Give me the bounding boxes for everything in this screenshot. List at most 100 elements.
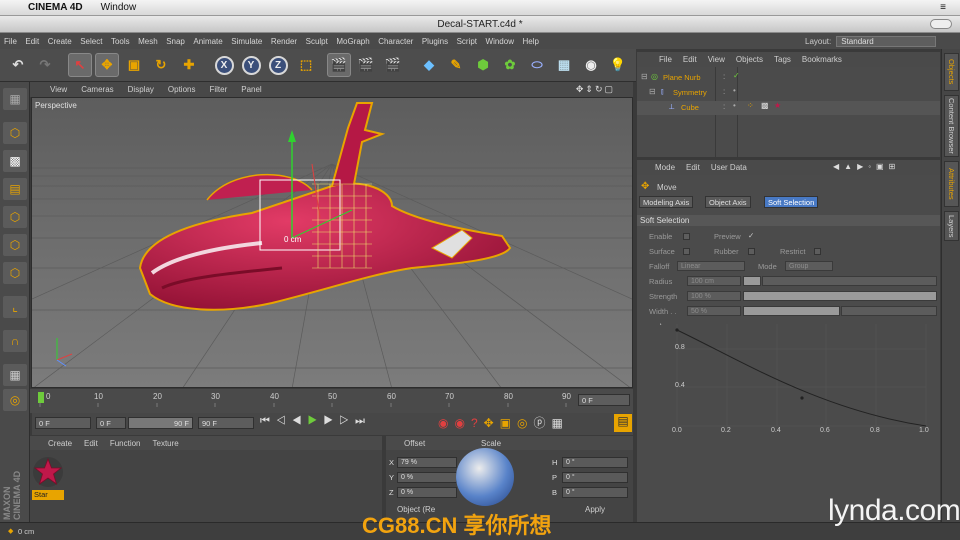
menu-tools[interactable]: Tools bbox=[111, 37, 130, 46]
move-tool-icon[interactable]: ✥ bbox=[95, 53, 119, 77]
range-end-field[interactable]: 90 F bbox=[128, 417, 193, 429]
object-name[interactable]: Plane Nurb bbox=[663, 73, 701, 82]
object-row-plane-nurb[interactable]: ⊟ ◎ Plane Nurb : ✓ bbox=[637, 71, 940, 85]
menu-mograph[interactable]: MoGraph bbox=[336, 37, 369, 46]
cube-primitive-icon[interactable]: ◆ bbox=[417, 53, 441, 77]
app-menu[interactable]: CINEMA 4D bbox=[28, 2, 83, 13]
width-field[interactable]: 50 % bbox=[687, 306, 741, 316]
objects-menu-edit[interactable]: Edit bbox=[683, 55, 697, 64]
viewport-menu-filter[interactable]: Filter bbox=[209, 85, 227, 94]
menu-plugins[interactable]: Plugins bbox=[422, 37, 448, 46]
attributes-menu-mode[interactable]: Mode bbox=[655, 163, 675, 172]
tab-attributes[interactable]: Attributes bbox=[944, 161, 959, 207]
render-view-icon[interactable]: 🎬 bbox=[327, 53, 351, 77]
material-menu-edit[interactable]: Edit bbox=[84, 439, 98, 448]
workplane-lock-icon[interactable]: ▦ bbox=[3, 364, 27, 386]
scene-floor-icon[interactable]: ▦ bbox=[552, 53, 576, 77]
attribute-nav-icons[interactable]: ◀▲▶◦▣⊞ bbox=[833, 162, 900, 171]
enabled-check-icon[interactable]: ✓ bbox=[733, 71, 740, 80]
object-name[interactable]: Symmetry bbox=[673, 88, 707, 97]
coord-p-field[interactable]: 0 ° bbox=[562, 472, 628, 483]
menu-help[interactable]: Help bbox=[522, 37, 538, 46]
restrict-checkbox[interactable] bbox=[814, 248, 821, 255]
menu-snap[interactable]: Snap bbox=[166, 37, 185, 46]
visibility-dots-icon[interactable]: : bbox=[723, 87, 725, 96]
menu-window[interactable]: Window bbox=[486, 37, 514, 46]
visibility-dots-icon[interactable]: : bbox=[723, 72, 725, 81]
z-axis-lock-icon[interactable]: Z bbox=[266, 53, 290, 77]
radius-slider[interactable] bbox=[743, 276, 761, 286]
enable-checkbox[interactable] bbox=[683, 233, 690, 240]
material-star[interactable]: Star bbox=[32, 456, 64, 500]
mograph-cloner-icon[interactable]: ✿ bbox=[498, 53, 522, 77]
edges-mode-icon[interactable]: ⬡ bbox=[3, 234, 27, 256]
range-start-field[interactable]: 0 F bbox=[96, 417, 126, 429]
polygons-mode-icon[interactable]: ⬡ bbox=[3, 262, 27, 284]
tab-content-browser[interactable]: Content Browser bbox=[944, 95, 959, 157]
layout-dropdown[interactable]: Standard bbox=[836, 35, 937, 47]
render-settings-icon[interactable]: 🎬 bbox=[381, 53, 405, 77]
tab-object-axis[interactable]: Object Axis bbox=[705, 196, 751, 208]
width-slider-track[interactable] bbox=[841, 306, 937, 316]
subdivision-icon[interactable]: ⬢ bbox=[471, 53, 495, 77]
y-axis-lock-icon[interactable]: Y bbox=[239, 53, 263, 77]
deformer-icon[interactable]: ⬭ bbox=[525, 53, 549, 77]
live-selection-icon[interactable]: ↖ bbox=[68, 53, 92, 77]
timeline-ruler[interactable]: 0 10 20 30 40 50 60 70 80 90 0 F bbox=[30, 389, 633, 413]
falloff-dropdown[interactable]: Linear bbox=[677, 261, 745, 271]
objects-menu-file[interactable]: File bbox=[659, 55, 672, 64]
menu-select[interactable]: Select bbox=[80, 37, 102, 46]
workplane-icon[interactable]: ▤ bbox=[3, 178, 27, 200]
enabled-dot-icon[interactable]: • bbox=[733, 101, 736, 110]
attributes-menu-edit[interactable]: Edit bbox=[686, 163, 700, 172]
menu-mesh[interactable]: Mesh bbox=[138, 37, 158, 46]
strength-field[interactable]: 100 % bbox=[687, 291, 741, 301]
menu-render[interactable]: Render bbox=[271, 37, 297, 46]
preview-checkbox[interactable]: ✓ bbox=[748, 231, 754, 240]
perspective-viewport[interactable]: 0 cm Perspective bbox=[31, 97, 633, 388]
toolbar-toggle-button[interactable] bbox=[930, 19, 952, 29]
uvw-tag-icon[interactable]: ▩ bbox=[761, 101, 769, 110]
strength-slider[interactable] bbox=[743, 291, 937, 301]
make-editable-icon[interactable]: ▦ bbox=[3, 88, 27, 110]
viewport-navigation-icons[interactable]: ✥⇕↻▢ bbox=[576, 84, 615, 95]
spline-pen-icon[interactable]: ✎ bbox=[444, 53, 468, 77]
end-frame-field[interactable]: 90 F bbox=[198, 417, 254, 429]
menu-simulate[interactable]: Simulate bbox=[231, 37, 262, 46]
x-axis-lock-icon[interactable]: X bbox=[212, 53, 236, 77]
tab-layers[interactable]: Layers bbox=[944, 211, 959, 241]
phong-tag-icon[interactable]: ⁘ bbox=[747, 101, 754, 110]
coord-z-field[interactable]: 0 % bbox=[397, 487, 457, 498]
radius-slider-track[interactable] bbox=[762, 276, 937, 286]
coord-b-field[interactable]: 0 ° bbox=[562, 487, 628, 498]
material-name-label[interactable]: Star bbox=[32, 490, 64, 500]
viewport-menu-cameras[interactable]: Cameras bbox=[81, 85, 113, 94]
render-picture-viewer-icon[interactable]: 🎬 bbox=[354, 53, 378, 77]
rubber-checkbox[interactable] bbox=[748, 248, 755, 255]
attributes-menu-user-data[interactable]: User Data bbox=[711, 163, 747, 172]
coord-apply-button[interactable]: Apply bbox=[562, 505, 628, 514]
menu-file[interactable]: File bbox=[4, 37, 17, 46]
width-slider[interactable] bbox=[743, 306, 840, 316]
camera-icon[interactable]: ◉ bbox=[579, 53, 603, 77]
redo-icon[interactable]: ↷ bbox=[33, 53, 57, 77]
undo-icon[interactable]: ↶ bbox=[6, 53, 30, 77]
material-menu-function[interactable]: Function bbox=[110, 439, 141, 448]
texture-mode-icon[interactable]: ▩ bbox=[3, 150, 27, 172]
tab-modeling-axis[interactable]: Modeling Axis bbox=[639, 196, 694, 208]
window-menu[interactable]: Window bbox=[101, 2, 137, 13]
objects-menu-bookmarks[interactable]: Bookmarks bbox=[802, 55, 842, 64]
coord-x-field[interactable]: 79 % bbox=[397, 457, 457, 468]
model-mode-icon[interactable]: ⬡ bbox=[3, 122, 27, 144]
keyframe-controls[interactable]: ◉◉?✥▣◎ⓟ▦ bbox=[438, 414, 569, 431]
mode-dropdown[interactable]: Group bbox=[785, 261, 833, 271]
visibility-dots-icon[interactable]: : bbox=[723, 102, 725, 111]
solo-icon[interactable]: ◎ bbox=[3, 389, 27, 411]
material-menu-texture[interactable]: Texture bbox=[153, 439, 179, 448]
radius-field[interactable]: 100 cm bbox=[687, 276, 741, 286]
viewport-menu-view[interactable]: View bbox=[50, 85, 67, 94]
coordinate-system-icon[interactable]: ⬚ bbox=[294, 53, 318, 77]
expand-icon[interactable]: ⊟ bbox=[649, 87, 656, 96]
light-icon[interactable]: 💡 bbox=[606, 53, 630, 77]
coord-h-field[interactable]: 0 ° bbox=[562, 457, 628, 468]
